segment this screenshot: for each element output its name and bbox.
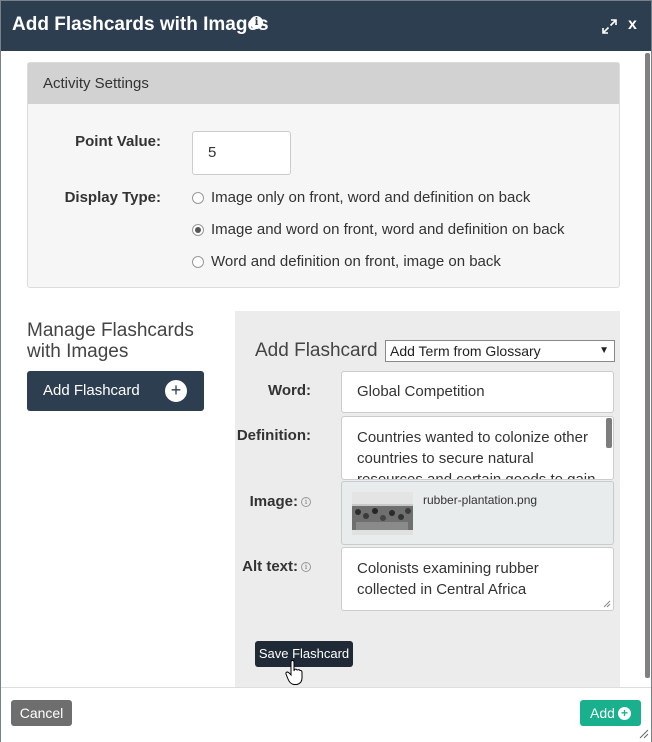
dialog: Add Flashcards with Images i x Activity …	[0, 0, 652, 742]
activity-settings-panel: Activity Settings Point Value: 5 Display…	[27, 62, 620, 288]
display-option-label: Word and definition on front, image on b…	[211, 253, 501, 270]
definition-text: Countries wanted to colonize other count…	[357, 429, 596, 480]
alt-text-label: Alt text:	[242, 558, 298, 575]
plus-icon: +	[165, 380, 187, 402]
add-flashcard-form: Add Flashcard Add Term from Glossary ▼ W…	[235, 311, 620, 687]
word-input[interactable]: Global Competition	[341, 371, 614, 413]
close-button[interactable]: x	[628, 16, 637, 34]
activity-settings-header: Activity Settings	[28, 63, 619, 104]
image-upload-box[interactable]: rubber-plantation.png	[341, 481, 614, 545]
info-icon[interactable]: i	[250, 16, 263, 29]
image-filename: rubber-plantation.png	[423, 493, 538, 507]
glossary-select[interactable]: Add Term from Glossary ▼	[385, 340, 615, 362]
info-icon[interactable]: i	[301, 562, 311, 573]
hand-cursor-icon	[285, 660, 303, 685]
form-title: Add Flashcard	[255, 340, 378, 361]
point-value-label: Point Value:	[75, 133, 161, 150]
dialog-footer: Cancel Add +	[1, 687, 651, 742]
image-label: Image:	[249, 493, 298, 510]
dropdown-caret-icon: ▼	[599, 345, 609, 356]
radio-button[interactable]	[192, 256, 204, 268]
info-icon[interactable]: i	[301, 497, 311, 508]
display-option-label: Image only on front, word and definition…	[211, 189, 531, 206]
dialog-titlebar: Add Flashcards with Images i x	[1, 1, 651, 51]
display-option-label: Image and word on front, word and defini…	[211, 221, 565, 238]
radio-button-selected[interactable]	[192, 224, 204, 236]
definition-label: Definition:	[236, 427, 311, 444]
point-value-input[interactable]: 5	[192, 131, 291, 175]
display-type-label: Display Type:	[64, 189, 161, 206]
radio-button[interactable]	[192, 192, 204, 204]
image-label-wrap: Image: i	[235, 493, 311, 510]
alt-text-textarea[interactable]: Colonists examining rubber collected in …	[341, 547, 614, 611]
add-flashcard-button[interactable]: Add Flashcard +	[27, 371, 204, 411]
add-button[interactable]: Add +	[580, 700, 641, 726]
glossary-select-value: Add Term from Glossary	[390, 343, 541, 359]
definition-textarea[interactable]: Countries wanted to colonize other count…	[341, 416, 614, 480]
resize-grip-icon[interactable]	[603, 600, 611, 608]
dialog-resize-grip-icon[interactable]	[637, 727, 649, 739]
alt-text-label-wrap: Alt text: i	[235, 558, 311, 575]
manage-flashcards-title: Manage Flashcards with Images	[27, 320, 194, 362]
plus-icon: +	[618, 707, 631, 720]
add-button-label: Add	[590, 705, 615, 721]
dialog-scrollbar-thumb[interactable]	[645, 53, 650, 678]
dialog-body: Activity Settings Point Value: 5 Display…	[1, 51, 651, 687]
add-flashcard-label: Add Flashcard	[43, 382, 140, 399]
cancel-button[interactable]: Cancel	[11, 700, 72, 726]
word-label: Word:	[267, 382, 311, 399]
dialog-title: Add Flashcards with Images	[12, 14, 269, 35]
definition-scrollbar[interactable]	[606, 418, 612, 448]
expand-icon[interactable]	[602, 19, 617, 34]
alt-text-value: Colonists examining rubber collected in …	[357, 560, 539, 598]
image-thumbnail	[352, 492, 413, 535]
